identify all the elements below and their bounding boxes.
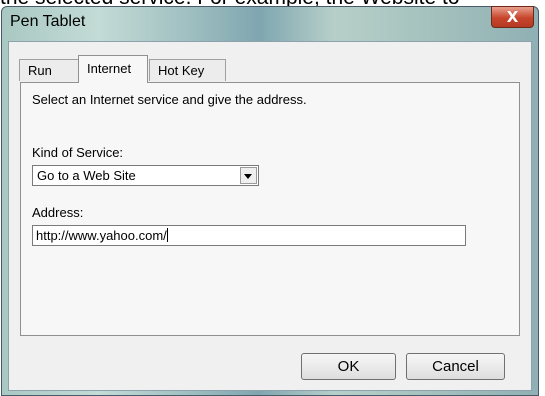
address-input[interactable]: http://www.yahoo.com/: [32, 225, 466, 246]
close-button[interactable]: X: [491, 6, 534, 28]
pen-tablet-dialog: Pen Tablet X Run Internet Hot Key Select…: [1, 6, 539, 396]
service-label: Kind of Service:: [32, 145, 124, 160]
instruction-text: Select an Internet service and give the …: [32, 92, 307, 107]
window-title: Pen Tablet: [10, 13, 86, 30]
cancel-button[interactable]: Cancel: [406, 353, 505, 380]
title-bar[interactable]: Pen Tablet X: [2, 6, 538, 41]
service-dropdown[interactable]: Go to a Web Site: [32, 165, 259, 186]
chevron-down-icon[interactable]: [240, 167, 257, 184]
ok-button[interactable]: OK: [301, 353, 396, 380]
close-icon: X: [506, 8, 519, 26]
internet-tab-panel: Select an Internet service and give the …: [20, 82, 520, 336]
address-label: Address:: [32, 205, 84, 220]
dialog-client-area: Run Internet Hot Key Select an Internet …: [8, 41, 532, 391]
address-value: http://www.yahoo.com/: [36, 228, 167, 243]
tab-hot-key[interactable]: Hot Key: [149, 59, 226, 81]
service-selected-value: Go to a Web Site: [37, 168, 136, 183]
text-caret: [166, 228, 168, 242]
tab-internet[interactable]: Internet: [78, 55, 148, 83]
tab-run[interactable]: Run: [19, 59, 79, 81]
